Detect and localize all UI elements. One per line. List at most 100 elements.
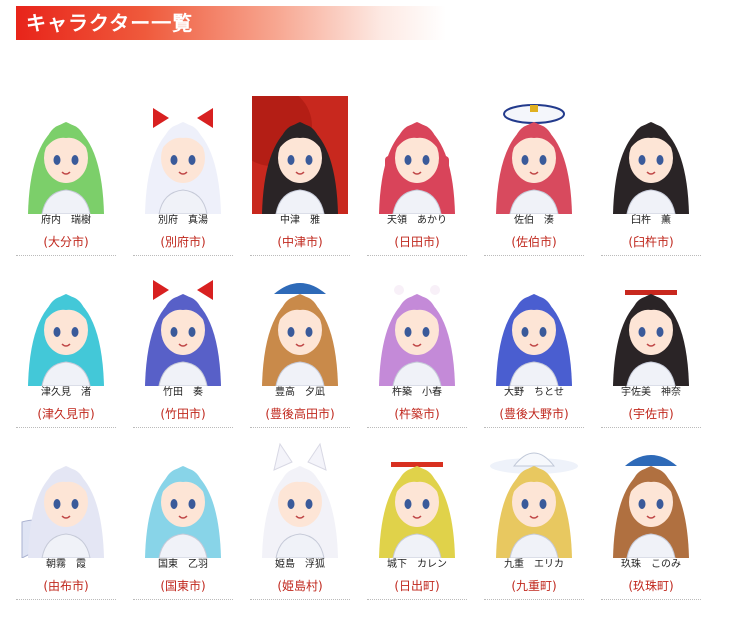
city-link[interactable]: (九重町) [484,577,584,595]
city-link[interactable]: (大分市) [16,233,116,251]
city-link[interactable]: (玖珠町) [601,577,701,595]
portrait-illustration [18,440,114,558]
city-link[interactable]: (宇佐市) [601,405,701,423]
city-link[interactable]: (中津市) [250,233,350,251]
character-card[interactable]: 天領 あかり (日田市) [367,96,469,256]
divider [133,255,233,256]
character-card[interactable]: 九重 エリカ (九重町) [484,440,586,600]
character-portrait[interactable] [486,96,582,214]
character-name: 津久見 渚 [41,387,91,398]
character-name: 杵築 小春 [392,387,442,398]
city-link[interactable]: (日出町) [367,577,467,595]
character-card[interactable]: 佐伯 湊 (佐伯市) [484,96,586,256]
character-card[interactable]: 竹田 奏 (竹田市) [133,268,235,428]
character-name: 臼杵 薫 [631,215,671,226]
character-name: 九重 エリカ [504,559,564,570]
portrait-illustration [18,96,114,214]
portrait-illustration [603,440,699,558]
character-name: 天領 あかり [387,215,447,226]
character-card[interactable]: 朝霧 霞 (由布市) [16,440,118,600]
character-name: 姫島 浮狐 [275,559,325,570]
character-portrait[interactable] [18,268,114,386]
divider [250,599,350,600]
portrait-illustration [369,440,465,558]
city-link[interactable]: (杵築市) [367,405,467,423]
character-portrait[interactable] [18,440,114,558]
character-name: 中津 雅 [280,215,320,226]
city-link[interactable]: (津久見市) [16,405,116,423]
character-card[interactable]: 杵築 小春 (杵築市) [367,268,469,428]
divider [484,599,584,600]
divider [484,255,584,256]
character-portrait[interactable] [135,268,231,386]
divider [16,427,116,428]
character-portrait[interactable] [18,96,114,214]
city-link[interactable]: (別府市) [133,233,233,251]
portrait-illustration [603,268,699,386]
divider [367,427,467,428]
character-name: 別府 真湯 [158,215,208,226]
city-link[interactable]: (豊後高田市) [250,405,350,423]
character-portrait[interactable] [486,440,582,558]
character-card[interactable]: 玖珠 このみ (玖珠町) [601,440,703,600]
portrait-illustration [486,440,582,558]
character-name: 宇佐美 神奈 [621,387,681,398]
divider [601,255,701,256]
character-card[interactable]: 津久見 渚 (津久見市) [16,268,118,428]
character-card[interactable]: 豊高 夕凪 (豊後高田市) [250,268,352,428]
character-name: 国東 乙羽 [158,559,208,570]
character-name: 竹田 奏 [163,387,203,398]
character-card[interactable]: 姫島 浮狐 (姫島村) [250,440,352,600]
character-portrait[interactable] [252,268,348,386]
character-portrait[interactable] [135,440,231,558]
character-card[interactable]: 国東 乙羽 (国東市) [133,440,235,600]
city-link[interactable]: (佐伯市) [484,233,584,251]
character-card[interactable]: 城下 カレン (日出町) [367,440,469,600]
portrait-illustration [369,268,465,386]
divider [133,599,233,600]
character-card[interactable]: 中津 雅 (中津市) [250,96,352,256]
character-card[interactable]: 府内 瑞樹 (大分市) [16,96,118,256]
divider [16,599,116,600]
character-portrait[interactable] [369,268,465,386]
city-link[interactable]: (豊後大野市) [484,405,584,423]
character-portrait[interactable] [603,96,699,214]
character-name: 城下 カレン [387,559,447,570]
character-name: 朝霧 霞 [46,559,86,570]
section-header: キャラクター一覧 [16,6,446,40]
character-name: 大野 ちとせ [504,387,564,398]
character-portrait[interactable] [369,96,465,214]
character-card[interactable]: 臼杵 薫 (臼杵市) [601,96,703,256]
character-portrait[interactable] [603,268,699,386]
character-portrait[interactable] [369,440,465,558]
character-card[interactable]: 宇佐美 神奈 (宇佐市) [601,268,703,428]
city-link[interactable]: (国東市) [133,577,233,595]
character-portrait[interactable] [486,268,582,386]
portrait-illustration [603,96,699,214]
divider [250,255,350,256]
city-link[interactable]: (竹田市) [133,405,233,423]
city-link[interactable]: (姫島村) [250,577,350,595]
portrait-illustration [252,440,348,558]
city-link[interactable]: (由布市) [16,577,116,595]
divider [133,427,233,428]
character-portrait[interactable] [252,96,348,214]
character-card[interactable]: 別府 真湯 (別府市) [133,96,235,256]
character-name: 豊高 夕凪 [275,387,325,398]
character-portrait[interactable] [252,440,348,558]
divider [16,255,116,256]
portrait-illustration [486,268,582,386]
character-name: 玖珠 このみ [621,559,681,570]
divider [250,427,350,428]
divider [367,255,467,256]
character-portrait[interactable] [603,440,699,558]
divider [367,599,467,600]
portrait-illustration [252,268,348,386]
character-portrait[interactable] [135,96,231,214]
character-card[interactable]: 大野 ちとせ (豊後大野市) [484,268,586,428]
portrait-illustration [252,96,348,214]
portrait-illustration [486,96,582,214]
city-link[interactable]: (臼杵市) [601,233,701,251]
portrait-illustration [369,96,465,214]
city-link[interactable]: (日田市) [367,233,467,251]
